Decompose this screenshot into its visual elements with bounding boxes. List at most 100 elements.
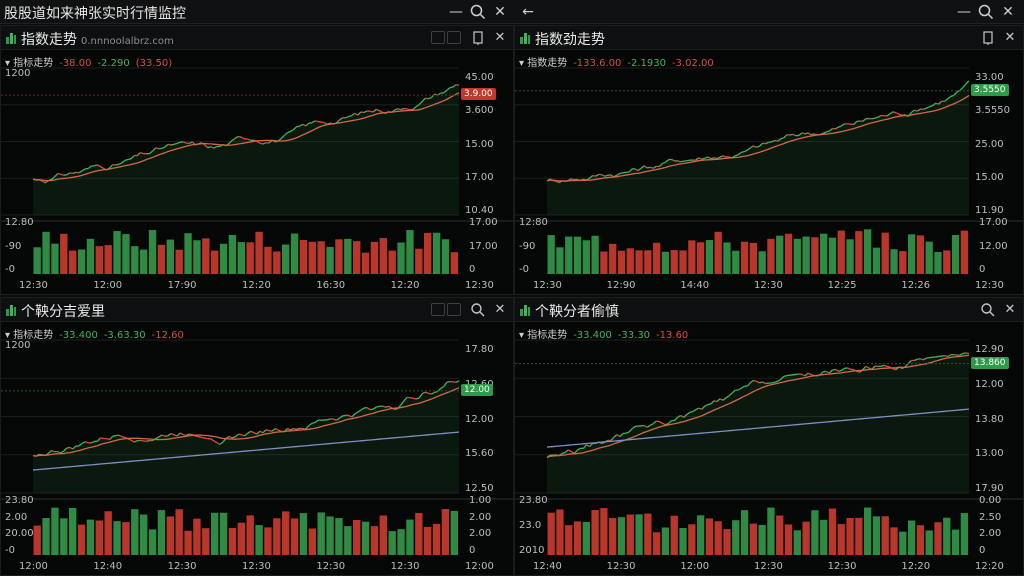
- volume-bar: [308, 241, 316, 274]
- volume-bar: [202, 528, 210, 555]
- price-segment: [713, 400, 718, 403]
- price-segment: [707, 403, 712, 406]
- volume-bar: [193, 240, 201, 274]
- volume-bar: [219, 243, 228, 274]
- volume-bar: [60, 518, 68, 555]
- volume-bar: [415, 248, 423, 274]
- volume-bar: [273, 251, 281, 274]
- volume-bar: [890, 249, 898, 274]
- volume-bar: [899, 531, 907, 555]
- volume-bar: [644, 513, 652, 555]
- volume-bar: [51, 507, 59, 555]
- volume-bar: [290, 233, 299, 274]
- price-segment: [302, 427, 306, 430]
- price-segment: [115, 163, 119, 166]
- volume-bar: [228, 234, 237, 274]
- volume-bar: [131, 509, 139, 555]
- volume-bar: [714, 521, 722, 555]
- volume-bar: [934, 251, 942, 274]
- arrow-left-icon[interactable]: ←: [518, 2, 538, 22]
- volume-bar: [600, 508, 608, 555]
- volume-bar: [644, 250, 652, 274]
- volume-bar: [881, 516, 889, 555]
- volume-bar: [388, 250, 396, 274]
- search-icon[interactable]: [468, 2, 488, 22]
- price-segment: [856, 370, 860, 373]
- price-area: [547, 353, 969, 493]
- volume-bar: [679, 250, 687, 274]
- volume-bar: [740, 241, 749, 274]
- volume-bar: [95, 520, 103, 555]
- volume-bar: [565, 525, 573, 555]
- volume-bar: [246, 515, 254, 555]
- price-segment: [428, 392, 432, 395]
- price-segment: [155, 147, 159, 150]
- volume-bar: [379, 238, 387, 274]
- volume-bar: [758, 524, 766, 555]
- price-segment: [686, 159, 690, 162]
- volume-axis-label-right: 2.50: [979, 511, 1002, 523]
- volume-bar: [626, 248, 634, 274]
- volume-bar: [211, 512, 219, 555]
- price-segment: [650, 166, 654, 169]
- price-segment: [376, 405, 380, 408]
- volume-bar: [42, 518, 50, 555]
- volume-axis-label-right: 17.00: [469, 217, 498, 228]
- volume-bar: [670, 515, 678, 555]
- volume-bar: [282, 244, 290, 274]
- volume-bar: [591, 509, 599, 555]
- y-axis-label-left: 1200: [5, 340, 31, 351]
- y-axis-label: 12.90: [975, 344, 1004, 355]
- volume-bar: [679, 528, 687, 555]
- y-axis-label: 17.90: [975, 483, 1004, 494]
- search-icon[interactable]: [976, 2, 996, 22]
- price-segment: [789, 133, 794, 136]
- volume-bar: [802, 521, 810, 555]
- volume-axis-label-left: -90: [519, 240, 536, 252]
- volume-bar: [184, 530, 192, 555]
- price-chart-svg: [1, 67, 513, 274]
- price-segment: [953, 353, 958, 356]
- volume-bar: [749, 523, 757, 555]
- volume-bar: [811, 237, 819, 274]
- volume-axis-label-right: 2.00: [469, 511, 492, 523]
- volume-bar: [661, 251, 670, 274]
- volume-bar: [166, 516, 174, 555]
- volume-bar: [104, 245, 112, 274]
- price-segment: [320, 121, 325, 124]
- volume-bar: [273, 518, 281, 555]
- volume-bar: [157, 244, 166, 274]
- close-icon[interactable]: ✕: [998, 2, 1018, 22]
- volume-bar: [776, 515, 784, 555]
- volume-axis-label-left: -0: [5, 264, 15, 275]
- price-segment: [892, 368, 897, 371]
- x-axis-label: 14:40: [680, 280, 710, 291]
- volume-axis-label-right: 17.00: [979, 217, 1008, 228]
- y-axis-label: 12.00: [465, 413, 494, 425]
- price-segment: [883, 364, 888, 367]
- volume-axis-label-left: -0: [519, 264, 529, 275]
- current-price-tag: 3.5550: [971, 83, 1009, 96]
- price-segment: [72, 171, 77, 174]
- y-axis-label: 45.00: [465, 72, 494, 83]
- volume-bar: [95, 246, 103, 274]
- minimize-icon[interactable]: —: [446, 2, 466, 22]
- price-segment: [127, 158, 132, 161]
- close-icon[interactable]: ✕: [490, 2, 510, 22]
- x-axis-label: 12:30: [242, 561, 271, 572]
- volume-bar: [33, 525, 41, 555]
- x-axis-label: 12:20: [390, 280, 420, 291]
- y-axis-label: 13.80: [975, 413, 1004, 425]
- volume-bar: [547, 235, 555, 274]
- y-axis-label-left: 1200: [5, 68, 31, 79]
- volume-bar: [166, 239, 174, 274]
- volume-bar: [872, 247, 881, 274]
- minimize-icon[interactable]: —: [954, 2, 974, 22]
- price-segment: [369, 110, 374, 113]
- volume-bar: [122, 522, 130, 555]
- chart-panel-4: 个鞅分者偷慎 ✕ ▾ 指标走势 -33.400 -33.30 -13.60 12.90 12.…: [514, 297, 1024, 576]
- current-price-tag: 3.9.00: [461, 88, 496, 101]
- price-segment: [189, 433, 193, 436]
- volume-bar: [104, 511, 112, 555]
- y-axis-label: 15.00: [975, 171, 1004, 183]
